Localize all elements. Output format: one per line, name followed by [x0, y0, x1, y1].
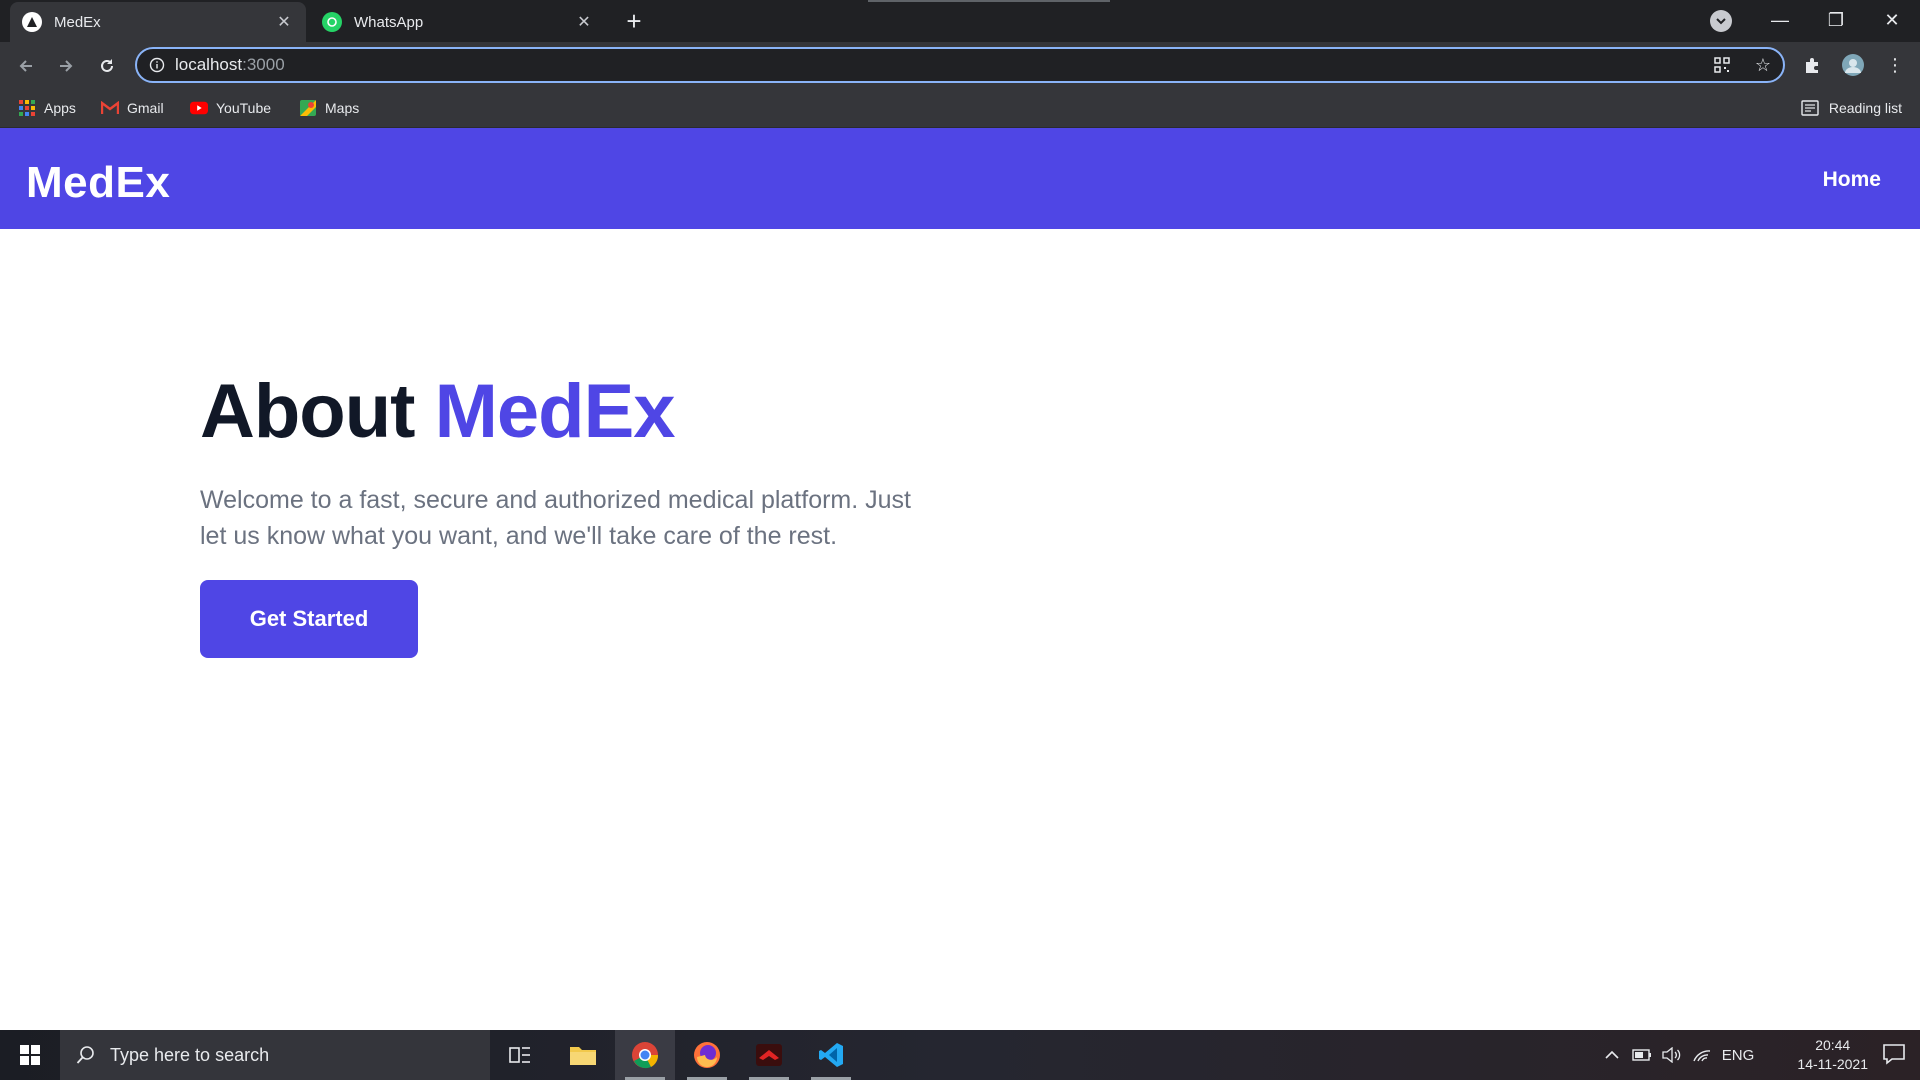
bookmarks-bar: Apps Gmail YouTube Maps Reading list: [0, 88, 1920, 128]
browser-menu-icon[interactable]: ⋮: [1880, 50, 1910, 80]
title-accent: MedEx: [434, 369, 676, 454]
tab-close-icon[interactable]: ✕: [574, 12, 594, 32]
page-title: About MedEx: [200, 362, 960, 462]
apps-grid-icon: [18, 99, 36, 117]
restore-icon[interactable]: ❐: [1808, 0, 1864, 40]
bookmark-gmail[interactable]: Gmail: [101, 96, 164, 120]
forward-arrow-icon[interactable]: [50, 50, 82, 82]
about-hero: About MedEx Welcome to a fast, secure an…: [200, 362, 960, 554]
title-plain: About: [200, 369, 415, 454]
tab-title: WhatsApp: [354, 13, 424, 31]
profile-avatar-icon[interactable]: [1838, 50, 1868, 80]
nav-link-home[interactable]: Home: [1823, 168, 1881, 192]
minimize-icon[interactable]: —: [1752, 0, 1808, 40]
reading-list-button[interactable]: Reading list: [1801, 96, 1902, 120]
search-icon: [76, 1045, 96, 1065]
back-arrow-icon[interactable]: [10, 50, 42, 82]
windows-taskbar: Type here to search ENG 20:44 14-11-2021: [0, 1030, 1920, 1080]
get-started-button[interactable]: Get Started: [200, 580, 418, 658]
site-navbar: MedEx Home: [0, 128, 1920, 229]
wifi-icon[interactable]: [1688, 1030, 1716, 1080]
tab-search-chevron-icon[interactable]: [1710, 10, 1732, 32]
browser-toolbar: localhost:3000 ☆ ⋮: [0, 42, 1920, 88]
bookmark-label: Maps: [325, 100, 360, 116]
hero-description: Welcome to a fast, secure and authorized…: [200, 486, 911, 550]
battery-icon[interactable]: [1628, 1030, 1656, 1080]
windows-start-icon[interactable]: [0, 1030, 60, 1080]
address-bar[interactable]: localhost:3000: [135, 47, 1785, 83]
url-host: localhost: [175, 55, 243, 74]
show-hidden-icons-chevron-icon[interactable]: [1600, 1030, 1624, 1080]
maps-icon: [299, 99, 317, 117]
bookmark-maps[interactable]: Maps: [299, 96, 359, 120]
language-indicator[interactable]: ENG: [1720, 1030, 1756, 1080]
site-logo[interactable]: MedEx: [26, 158, 170, 208]
gmail-icon: [101, 99, 119, 117]
youtube-icon: [190, 99, 208, 117]
extensions-puzzle-icon[interactable]: [1797, 50, 1827, 80]
tab-whatsapp[interactable]: WhatsApp ✕: [310, 2, 606, 42]
task-view-icon[interactable]: [490, 1030, 550, 1080]
clock-time: 20:44: [1815, 1037, 1851, 1053]
bookmark-youtube[interactable]: YouTube: [190, 96, 271, 120]
qr-code-icon[interactable]: [1707, 50, 1737, 80]
tab-loading-indicator: [868, 0, 1110, 2]
clock-date: 14-11-2021: [1797, 1056, 1868, 1072]
search-placeholder: Type here to search: [110, 1044, 270, 1065]
taskbar-clock[interactable]: 20:44 14-11-2021: [1797, 1036, 1868, 1074]
close-window-icon[interactable]: ✕: [1864, 0, 1920, 40]
game-app-icon[interactable]: [739, 1030, 799, 1080]
reading-list-icon: [1801, 100, 1819, 116]
new-tab-plus-icon[interactable]: +: [620, 8, 648, 36]
url-port: :3000: [242, 55, 285, 74]
tab-medex[interactable]: MedEx ✕: [10, 2, 306, 42]
browser-tab-strip: MedEx ✕ WhatsApp ✕ + — ❐ ✕: [0, 0, 1920, 42]
bookmark-label: Apps: [44, 100, 76, 116]
firefox-icon[interactable]: [677, 1030, 737, 1080]
bookmark-label: YouTube: [216, 100, 272, 116]
notifications-icon[interactable]: [1882, 1042, 1908, 1068]
reload-icon[interactable]: [91, 50, 123, 82]
medex-favicon-icon: [22, 12, 42, 32]
taskbar-search-input[interactable]: Type here to search: [60, 1030, 490, 1080]
site-info-icon[interactable]: [149, 57, 165, 73]
bookmark-label: Gmail: [127, 100, 164, 116]
vscode-icon[interactable]: [801, 1030, 861, 1080]
tab-close-icon[interactable]: ✕: [274, 12, 294, 32]
reading-list-label: Reading list: [1828, 100, 1902, 116]
volume-icon[interactable]: [1658, 1030, 1686, 1080]
bookmark-star-icon[interactable]: ☆: [1748, 50, 1778, 80]
whatsapp-favicon-icon: [322, 12, 342, 32]
file-explorer-icon[interactable]: [553, 1030, 613, 1080]
tab-title: MedEx: [54, 13, 101, 31]
chrome-icon[interactable]: [615, 1030, 675, 1080]
bookmark-apps[interactable]: Apps: [18, 96, 76, 120]
